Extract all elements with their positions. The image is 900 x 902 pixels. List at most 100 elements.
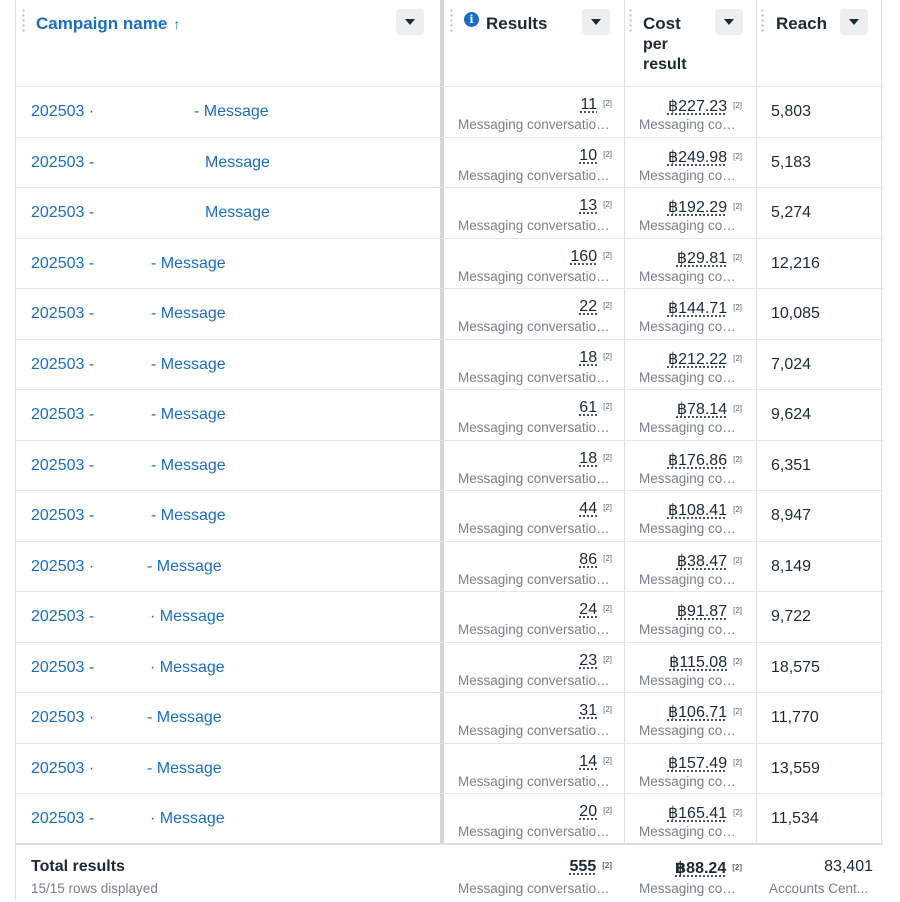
results-number[interactable]: 18: [579, 349, 597, 366]
results-value[interactable]: 14 [2]: [579, 753, 612, 771]
cost-number[interactable]: ฿91.87: [677, 603, 727, 620]
header-reach[interactable]: Reach: [757, 0, 883, 86]
cost-value[interactable]: ฿29.81 [2]: [677, 248, 742, 268]
campaign-name-link[interactable]: 202503 -: [31, 659, 94, 677]
cost-value[interactable]: ฿165.41 [2]: [668, 803, 742, 823]
campaign-name-dropdown-button[interactable]: [396, 9, 424, 35]
column-drag-handle-icon[interactable]: [450, 8, 453, 32]
results-number[interactable]: 61: [579, 399, 597, 416]
results-value[interactable]: 23 [2]: [579, 652, 612, 670]
results-number[interactable]: 14: [579, 753, 597, 770]
results-number[interactable]: 160: [570, 248, 597, 265]
cost-value[interactable]: ฿157.49 [2]: [668, 753, 742, 773]
campaign-name-link-suffix[interactable]: - Message: [151, 507, 226, 525]
total-cost-number[interactable]: ฿88.24: [675, 860, 726, 877]
cost-number[interactable]: ฿106.71: [668, 704, 727, 721]
cost-value[interactable]: ฿192.29 [2]: [668, 197, 742, 217]
cost-value[interactable]: ฿176.86 [2]: [668, 450, 742, 470]
campaign-name-link-suffix[interactable]: - Message: [147, 709, 222, 727]
campaign-name-link-suffix[interactable]: - Message: [151, 356, 226, 374]
campaign-name-link[interactable]: 202503 ·: [31, 709, 94, 727]
campaign-name-link[interactable]: 202503 -: [31, 608, 94, 626]
results-number[interactable]: 23: [579, 652, 597, 669]
cost-value[interactable]: ฿106.71 [2]: [668, 702, 742, 722]
cost-value[interactable]: ฿144.71 [2]: [668, 298, 742, 318]
results-value[interactable]: 20 [2]: [579, 803, 612, 821]
results-number[interactable]: 31: [579, 702, 597, 719]
column-drag-handle-icon[interactable]: [761, 8, 764, 32]
campaign-name-link-suffix[interactable]: - Message: [151, 255, 226, 273]
cost-number[interactable]: ฿108.41: [668, 502, 727, 519]
header-cost-per-result[interactable]: Cost per result: [625, 0, 756, 86]
cost-number[interactable]: ฿29.81: [677, 250, 727, 267]
cost-value[interactable]: ฿91.87 [2]: [677, 601, 742, 621]
info-icon[interactable]: i: [464, 12, 479, 27]
cost-number[interactable]: ฿192.29: [668, 199, 727, 216]
results-value[interactable]: 24 [2]: [579, 601, 612, 619]
results-value[interactable]: 44 [2]: [579, 500, 612, 518]
reach-dropdown-button[interactable]: [840, 9, 868, 35]
campaign-name-link-suffix[interactable]: Message: [205, 154, 270, 172]
campaign-name-link-suffix[interactable]: - Message: [151, 406, 226, 424]
results-value[interactable]: 22 [2]: [579, 298, 612, 316]
cost-value[interactable]: ฿227.23 [2]: [668, 96, 742, 116]
results-value[interactable]: 18 [2]: [579, 450, 612, 468]
cost-number[interactable]: ฿176.86: [668, 452, 727, 469]
campaign-name-link-suffix[interactable]: · Message: [150, 608, 225, 626]
results-number[interactable]: 18: [579, 450, 597, 467]
results-value[interactable]: 31 [2]: [579, 702, 612, 720]
cost-value[interactable]: ฿249.98 [2]: [668, 147, 742, 167]
results-number[interactable]: 44: [579, 500, 597, 517]
results-number[interactable]: 22: [579, 298, 597, 315]
results-number[interactable]: 24: [579, 601, 597, 618]
total-results-number[interactable]: 555: [570, 858, 597, 875]
cost-number[interactable]: ฿38.47: [677, 553, 727, 570]
header-results[interactable]: i Results: [444, 0, 624, 86]
cost-value[interactable]: ฿115.08 [2]: [669, 652, 742, 672]
campaign-name-link-suffix[interactable]: - Message: [151, 457, 226, 475]
campaign-name-link[interactable]: 202503 -: [31, 507, 94, 525]
results-number[interactable]: 86: [579, 551, 597, 568]
campaign-name-link-suffix[interactable]: Message: [205, 204, 270, 222]
cost-number[interactable]: ฿212.22: [668, 351, 727, 368]
results-value[interactable]: 86 [2]: [579, 551, 612, 569]
campaign-name-link[interactable]: 202503 -: [31, 255, 94, 273]
results-value[interactable]: 10 [2]: [579, 147, 612, 165]
cost-value[interactable]: ฿108.41 [2]: [668, 500, 742, 520]
campaign-name-link[interactable]: 202503 ·: [31, 558, 94, 576]
cost-number[interactable]: ฿78.14: [677, 401, 727, 418]
cost-value[interactable]: ฿212.22 [2]: [668, 349, 742, 369]
results-value[interactable]: 13 [2]: [579, 197, 612, 215]
cost-number[interactable]: ฿115.08: [669, 654, 727, 671]
campaign-name-link-suffix[interactable]: - Message: [194, 103, 269, 121]
cost-dropdown-button[interactable]: [715, 9, 743, 35]
results-number[interactable]: 13: [579, 197, 597, 214]
cost-value[interactable]: ฿38.47 [2]: [677, 551, 742, 571]
results-value[interactable]: 18 [2]: [579, 349, 612, 367]
cost-number[interactable]: ฿249.98: [668, 149, 727, 166]
cost-number[interactable]: ฿157.49: [668, 755, 727, 772]
campaign-name-link[interactable]: 202503 -: [31, 356, 94, 374]
campaign-name-link-suffix[interactable]: - Message: [147, 760, 222, 778]
cost-number[interactable]: ฿144.71: [668, 300, 727, 317]
campaign-name-link[interactable]: 202503 -: [31, 204, 94, 222]
campaign-name-link[interactable]: 202503 ·: [31, 103, 94, 121]
cost-value[interactable]: ฿78.14 [2]: [677, 399, 742, 419]
campaign-name-sort-link[interactable]: Campaign name ↑: [36, 14, 180, 34]
campaign-name-link-suffix[interactable]: - Message: [147, 558, 222, 576]
results-number[interactable]: 10: [579, 147, 597, 164]
total-results-value[interactable]: 555 [2]: [570, 858, 612, 876]
header-campaign-name[interactable]: Campaign name ↑: [16, 0, 440, 86]
campaign-name-link-suffix[interactable]: · Message: [150, 659, 225, 677]
results-number[interactable]: 20: [579, 803, 597, 820]
results-value[interactable]: 61 [2]: [579, 399, 612, 417]
campaign-name-link[interactable]: 202503 -: [31, 305, 94, 323]
cost-number[interactable]: ฿227.23: [668, 98, 727, 115]
results-value[interactable]: 11 [2]: [580, 96, 612, 114]
campaign-name-link[interactable]: 202503 ·: [31, 760, 94, 778]
column-drag-handle-icon[interactable]: [629, 8, 632, 32]
campaign-name-link[interactable]: 202503 -: [31, 406, 94, 424]
total-cost-value[interactable]: ฿88.24 [2]: [675, 858, 742, 878]
results-dropdown-button[interactable]: [582, 9, 610, 35]
campaign-name-link[interactable]: 202503 -: [31, 810, 94, 828]
